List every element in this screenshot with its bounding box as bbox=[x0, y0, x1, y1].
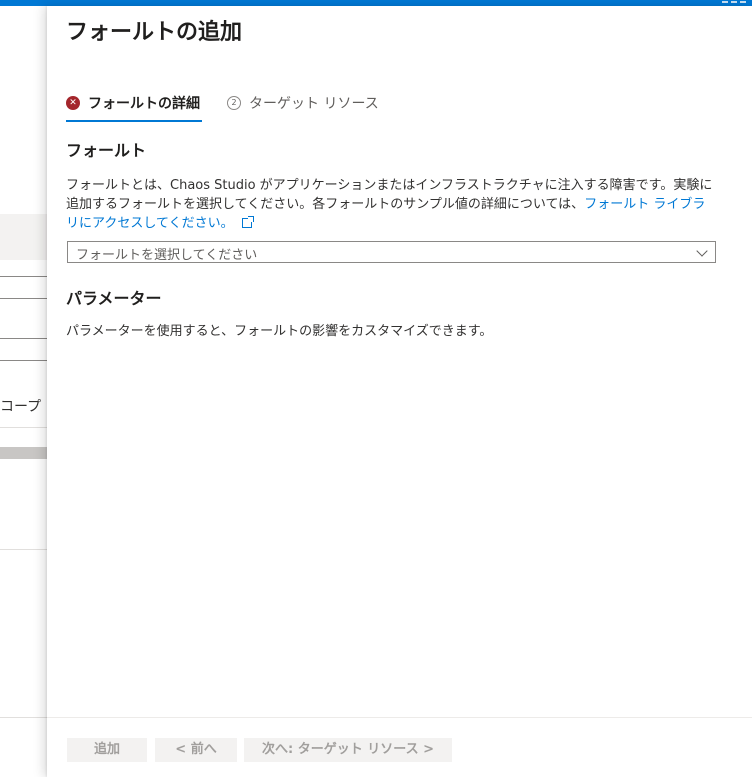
add-button[interactable]: 追加 bbox=[67, 738, 147, 762]
step-number-icon: 2 bbox=[227, 96, 241, 110]
fault-select-placeholder: フォールトを選択してください bbox=[76, 248, 258, 263]
tab-target-resources[interactable]: 2 ターゲット リソース bbox=[227, 88, 379, 118]
background-divider bbox=[0, 717, 48, 718]
panel-title: フォールトの追加 bbox=[66, 20, 243, 45]
parameters-description: パラメーターを使用すると、フォールトの影響をカスタマイズできます。 bbox=[66, 324, 493, 339]
tab-fault-details[interactable]: ✕ フォールトの詳細 bbox=[66, 88, 202, 122]
tab-label: ターゲット リソース bbox=[249, 96, 379, 112]
background-divider bbox=[0, 427, 48, 428]
tab-label: フォールトの詳細 bbox=[88, 96, 200, 112]
error-icon: ✕ bbox=[66, 96, 80, 110]
background-page: コープ bbox=[0, 6, 48, 777]
external-link-icon bbox=[241, 216, 254, 228]
previous-button[interactable]: < 前へ bbox=[155, 738, 237, 762]
background-divider bbox=[0, 549, 48, 550]
add-fault-panel: フォールトの追加 ✕ フォールトの詳細 2 ターゲット リソース フォールト フ… bbox=[47, 6, 752, 777]
background-divider bbox=[0, 338, 48, 339]
chevron-down-icon bbox=[696, 245, 708, 257]
fault-select-dropdown[interactable]: フォールトを選択してください bbox=[67, 241, 716, 263]
background-divider bbox=[0, 276, 48, 277]
background-divider bbox=[0, 360, 48, 361]
background-scope-label: コープ bbox=[0, 399, 42, 415]
background-scrollbar[interactable] bbox=[0, 447, 48, 459]
parameters-heading: パラメーター bbox=[66, 289, 162, 308]
next-target-resources-button[interactable]: 次へ: ターゲット リソース > bbox=[244, 738, 452, 762]
header-controls bbox=[706, 0, 746, 4]
background-divider bbox=[0, 298, 48, 299]
fault-heading: フォールト bbox=[66, 141, 147, 160]
background-row-band bbox=[0, 214, 48, 260]
footer-divider bbox=[47, 717, 752, 718]
fault-description: フォールトとは、Chaos Studio がアプリケーションまたはインフラストラ… bbox=[66, 176, 716, 233]
